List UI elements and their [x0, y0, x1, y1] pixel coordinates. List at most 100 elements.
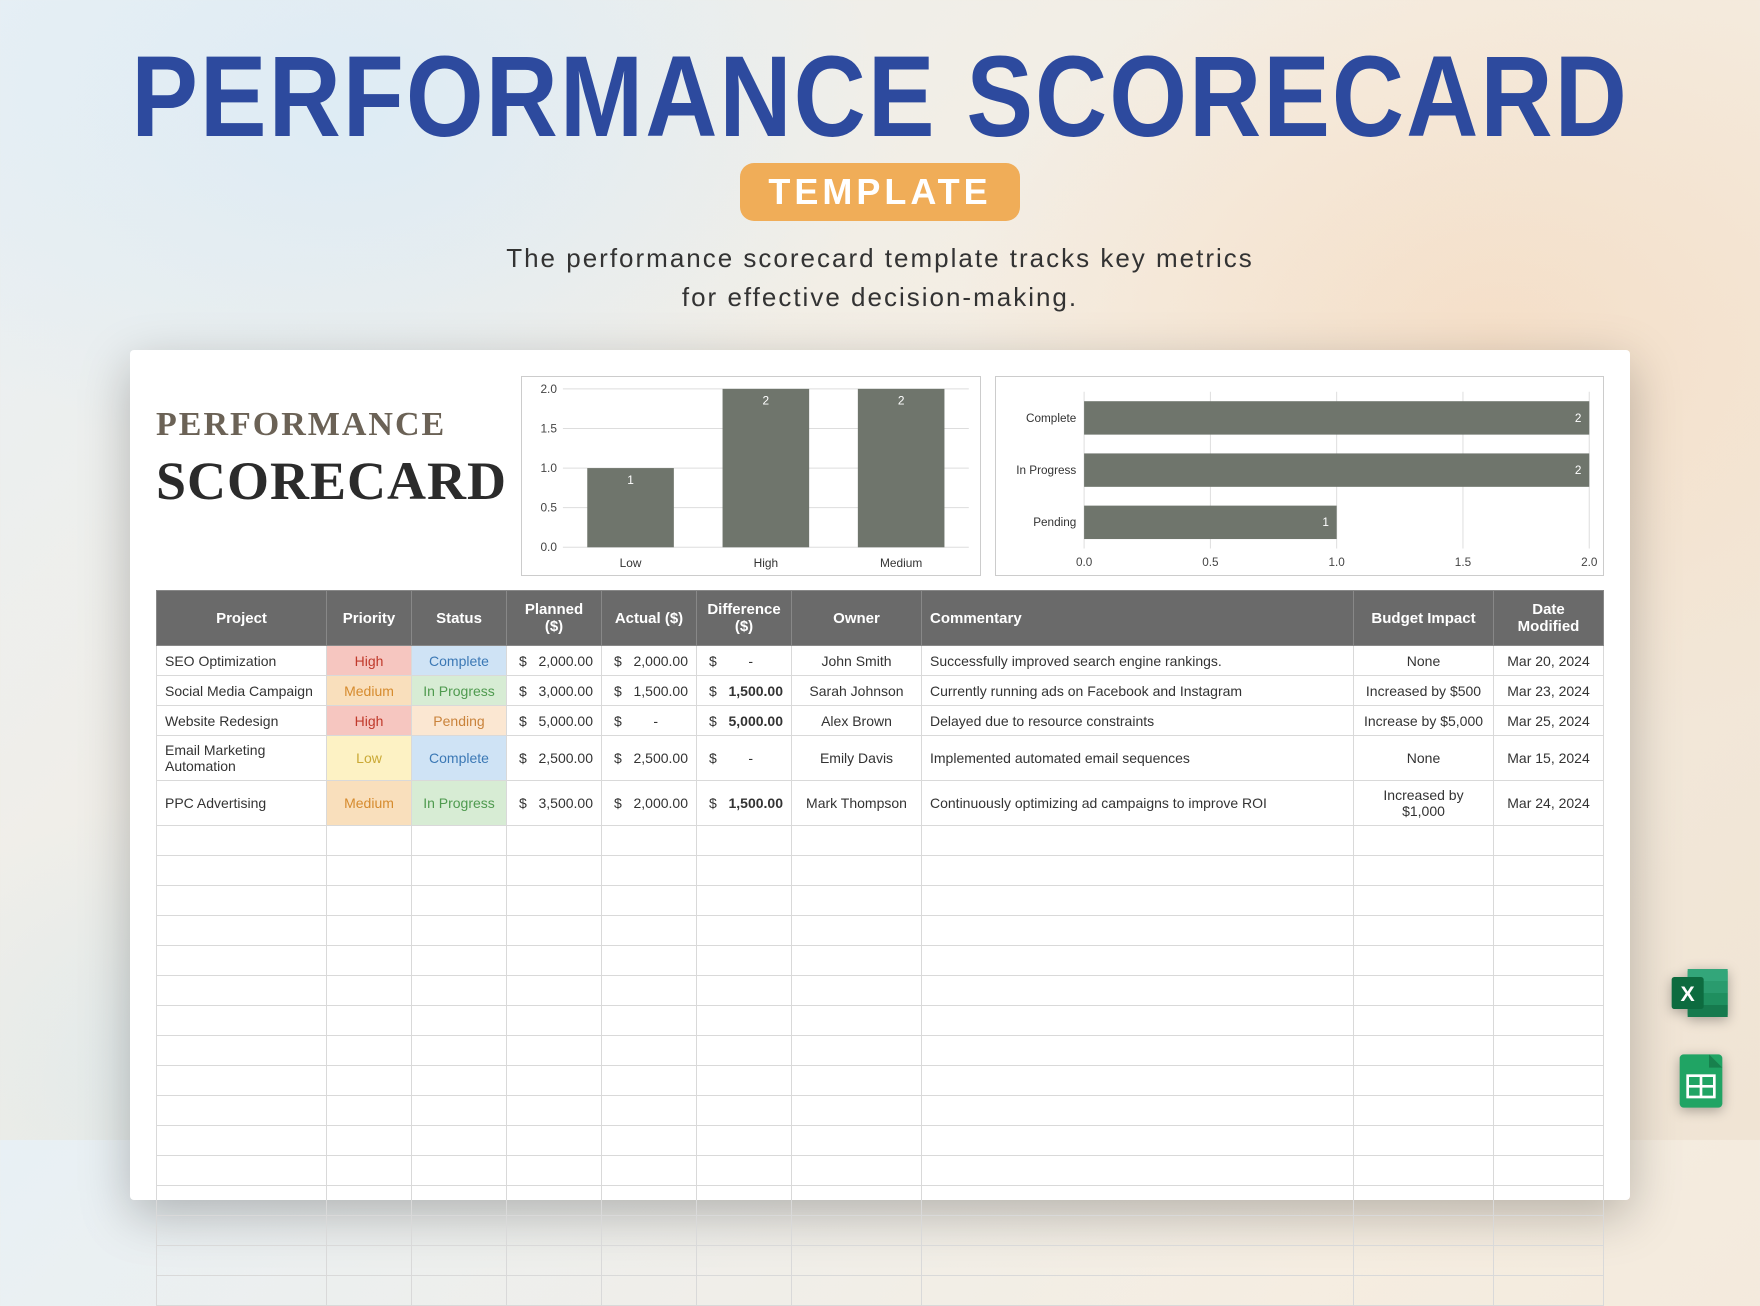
- svg-text:Low: Low: [620, 556, 642, 570]
- empty-row: [157, 1036, 1604, 1066]
- empty-row: [157, 1186, 1604, 1216]
- cell-project: Social Media Campaign: [157, 676, 327, 706]
- svg-text:1: 1: [1322, 516, 1329, 529]
- svg-text:In Progress: In Progress: [1016, 464, 1076, 477]
- table-row: PPC AdvertisingMediumIn Progress$3,500.0…: [157, 781, 1604, 826]
- empty-row: [157, 916, 1604, 946]
- svg-text:2: 2: [1575, 464, 1582, 477]
- col-status: Status: [412, 591, 507, 646]
- cell-status: In Progress: [412, 781, 507, 826]
- empty-row: [157, 886, 1604, 916]
- col-actual: Actual ($): [602, 591, 697, 646]
- svg-text:0.5: 0.5: [540, 501, 557, 515]
- col-date: Date Modified: [1494, 591, 1604, 646]
- sheet-header-row: PERFORMANCE SCORECARD 0.0 0.5 1.0 1.5 2.0 1 Lo…: [156, 376, 1604, 576]
- svg-text:Pending: Pending: [1033, 516, 1076, 529]
- cell-diff: $1,500.00: [697, 781, 792, 826]
- svg-text:High: High: [754, 556, 778, 570]
- sheets-icon: [1666, 1046, 1736, 1116]
- cell-project: Email Marketing Automation: [157, 736, 327, 781]
- cell-priority: Medium: [327, 676, 412, 706]
- col-project: Project: [157, 591, 327, 646]
- cell-status: Complete: [412, 646, 507, 676]
- excel-icon: X: [1666, 958, 1736, 1028]
- table-header: Project Priority Status Planned ($) Actu…: [157, 591, 1604, 646]
- empty-row: [157, 826, 1604, 856]
- svg-text:0.5: 0.5: [1202, 556, 1219, 569]
- status-bar-chart: 0.00.51.01.52.02Complete2In Progress1Pen…: [995, 376, 1604, 576]
- table-row: SEO OptimizationHighComplete$2,000.00$2,…: [157, 646, 1604, 676]
- cell-owner: Mark Thompson: [792, 781, 922, 826]
- cell-actual: $2,000.00: [602, 781, 697, 826]
- cell-priority: Low: [327, 736, 412, 781]
- empty-row: [157, 1246, 1604, 1276]
- cell-actual: $2,000.00: [602, 646, 697, 676]
- subtitle-line1: The performance scorecard template track…: [506, 243, 1254, 273]
- svg-text:Medium: Medium: [880, 556, 922, 570]
- svg-text:Complete: Complete: [1026, 412, 1076, 425]
- svg-text:2.0: 2.0: [1581, 556, 1598, 569]
- empty-row: [157, 1066, 1604, 1096]
- cell-diff: $1,500.00: [697, 676, 792, 706]
- cell-owner: Alex Brown: [792, 706, 922, 736]
- col-priority: Priority: [327, 591, 412, 646]
- cell-diff: $-: [697, 736, 792, 781]
- page-subtitle: The performance scorecard template track…: [0, 239, 1760, 317]
- table-body: SEO OptimizationHighComplete$2,000.00$2,…: [157, 646, 1604, 1306]
- scorecard-table-wrap: Project Priority Status Planned ($) Actu…: [156, 590, 1604, 1306]
- subtitle-line2: for effective decision-making.: [682, 282, 1078, 312]
- empty-row: [157, 1276, 1604, 1306]
- svg-text:1: 1: [627, 473, 634, 487]
- svg-text:1.0: 1.0: [540, 461, 557, 475]
- svg-text:0.0: 0.0: [1076, 556, 1093, 569]
- cell-priority: High: [327, 646, 412, 676]
- svg-text:1.5: 1.5: [540, 421, 557, 435]
- cell-planned: $2,000.00: [507, 646, 602, 676]
- svg-text:2.0: 2.0: [540, 382, 557, 396]
- svg-text:1.5: 1.5: [1455, 556, 1472, 569]
- svg-text:0.0: 0.0: [540, 540, 557, 554]
- table-row: Website RedesignHighPending$5,000.00$-$5…: [157, 706, 1604, 736]
- empty-row: [157, 1006, 1604, 1036]
- cell-impact: None: [1354, 646, 1494, 676]
- table-row: Social Media CampaignMediumIn Progress$3…: [157, 676, 1604, 706]
- priority-bar-chart: 0.0 0.5 1.0 1.5 2.0 1 Low 2 High 2 Medium: [521, 376, 981, 576]
- cell-commentary: Currently running ads on Facebook and In…: [922, 676, 1354, 706]
- col-impact: Budget Impact: [1354, 591, 1494, 646]
- svg-text:2: 2: [898, 394, 905, 408]
- cell-actual: $-: [602, 706, 697, 736]
- col-commentary: Commentary: [922, 591, 1354, 646]
- cell-status: Pending: [412, 706, 507, 736]
- cell-impact: None: [1354, 736, 1494, 781]
- cell-impact: Increase by $5,000: [1354, 706, 1494, 736]
- cell-actual: $1,500.00: [602, 676, 697, 706]
- cell-date: Mar 15, 2024: [1494, 736, 1604, 781]
- empty-row: [157, 976, 1604, 1006]
- cell-date: Mar 25, 2024: [1494, 706, 1604, 736]
- cell-commentary: Successfully improved search engine rank…: [922, 646, 1354, 676]
- page-title: PERFORMANCE SCORECARD: [0, 31, 1760, 163]
- template-badge: TEMPLATE: [740, 163, 1019, 221]
- empty-row: [157, 856, 1604, 886]
- cell-status: Complete: [412, 736, 507, 781]
- cell-status: In Progress: [412, 676, 507, 706]
- col-diff: Difference ($): [697, 591, 792, 646]
- scorecard-table: Project Priority Status Planned ($) Actu…: [156, 590, 1604, 1306]
- cell-priority: Medium: [327, 781, 412, 826]
- cell-date: Mar 23, 2024: [1494, 676, 1604, 706]
- empty-row: [157, 1156, 1604, 1186]
- cell-date: Mar 20, 2024: [1494, 646, 1604, 676]
- cell-priority: High: [327, 706, 412, 736]
- cell-commentary: Delayed due to resource constraints: [922, 706, 1354, 736]
- svg-text:1.0: 1.0: [1329, 556, 1346, 569]
- brand-line1: PERFORMANCE: [156, 406, 507, 444]
- cell-impact: Increased by $500: [1354, 676, 1494, 706]
- empty-row: [157, 1126, 1604, 1156]
- svg-text:2: 2: [763, 394, 770, 408]
- sheet-brand: PERFORMANCE SCORECARD: [156, 376, 507, 576]
- cell-project: Website Redesign: [157, 706, 327, 736]
- spreadsheet-preview: PERFORMANCE SCORECARD 0.0 0.5 1.0 1.5 2.0 1 Lo…: [130, 350, 1630, 1200]
- hero-section: PERFORMANCE SCORECARD TEMPLATE The perfo…: [0, 0, 1760, 317]
- col-planned: Planned ($): [507, 591, 602, 646]
- brand-line2: SCORECARD: [156, 450, 507, 512]
